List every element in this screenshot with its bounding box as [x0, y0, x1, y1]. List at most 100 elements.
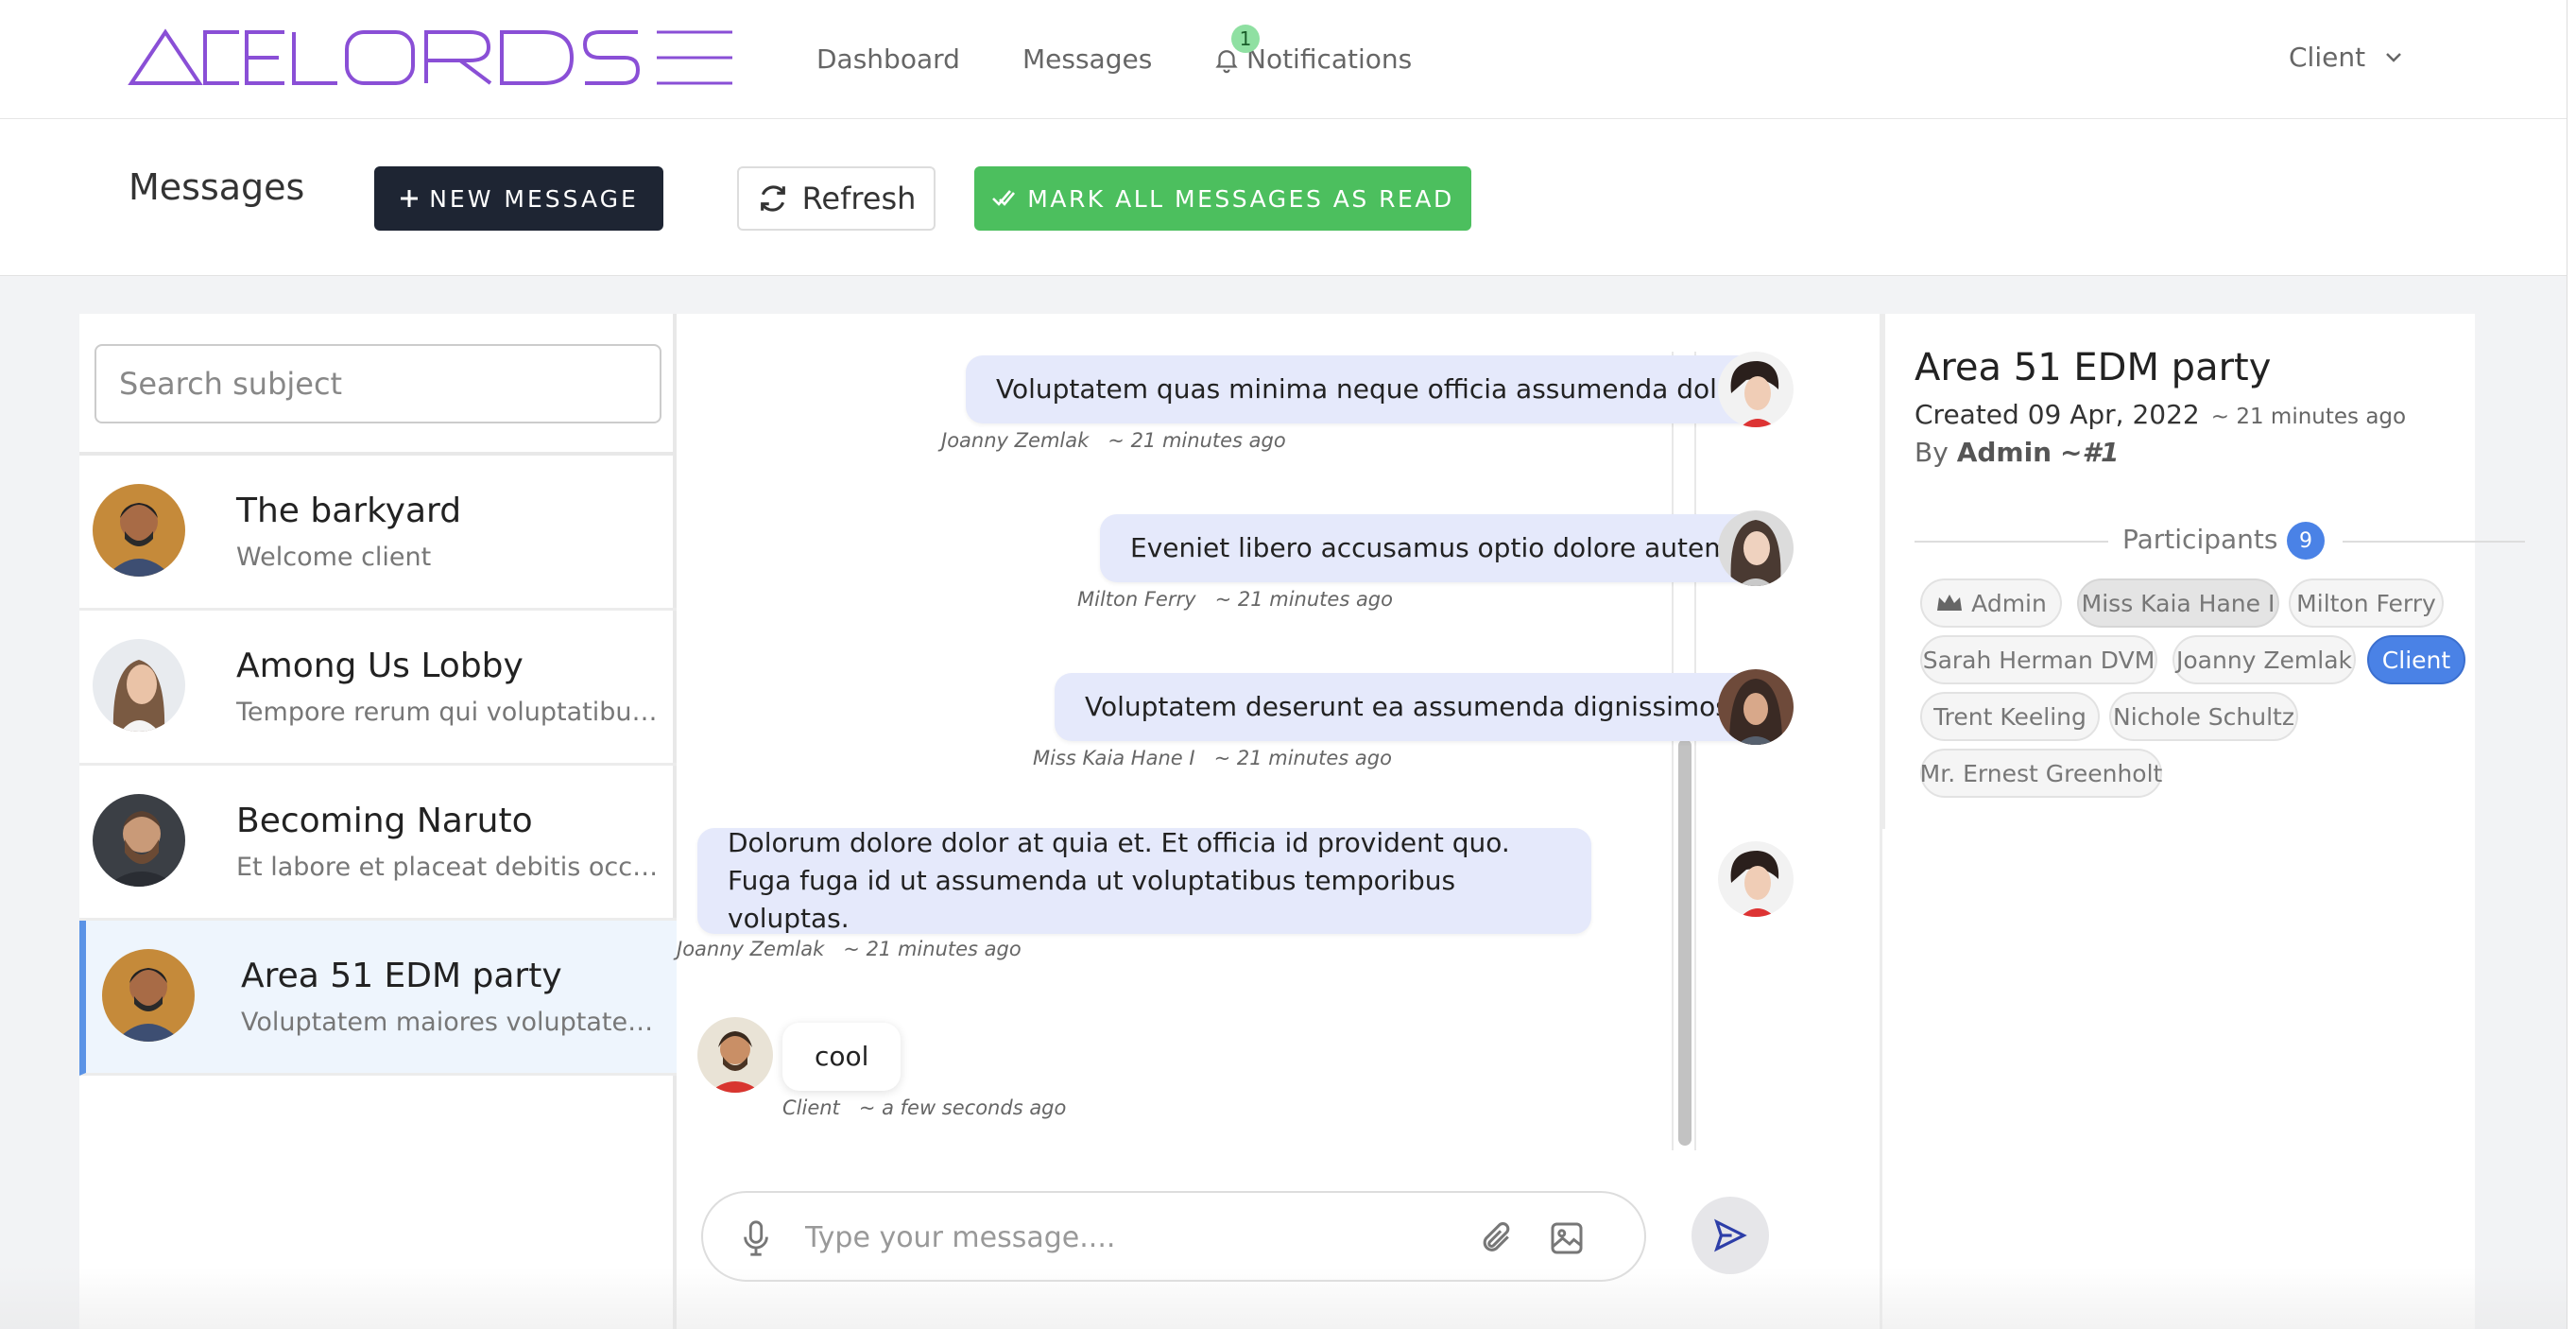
conversation-title: Among Us Lobby — [236, 647, 524, 685]
conversation-info-panel: Area 51 EDM party Created 09 Apr, 2022 ~ … — [1882, 314, 2525, 1329]
participant-chip[interactable]: Sarah Herman DVM — [1920, 635, 2157, 684]
participant-name: Nichole Schultz — [2113, 702, 2294, 731]
user-menu-dropdown[interactable]: Client — [2289, 42, 2403, 73]
chevron-down-icon — [2386, 52, 2401, 62]
conversation-info-title: Area 51 EDM party — [1915, 346, 2272, 389]
conversation-preview: Welcome client — [236, 543, 432, 572]
participant-chip[interactable]: Trent Keeling — [1920, 692, 2100, 741]
message-input[interactable] — [805, 1212, 1448, 1263]
user-menu-label: Client — [2289, 42, 2366, 73]
message-meta: Miss Kaia Hane I ~ 21 minutes ago — [1033, 747, 1392, 769]
message-bubble: Eveniet libero accusamus optio dolore au… — [1100, 514, 1769, 582]
scrollbar-thumb[interactable] — [1678, 739, 1692, 1146]
brand-logo[interactable] — [128, 28, 737, 87]
participant-chip[interactable]: Miss Kaia Hane I — [2077, 578, 2279, 628]
refresh-icon — [760, 185, 785, 212]
conversation-owner: By Admin ~#1 — [1915, 437, 2119, 468]
participant-chip-admin[interactable]: Admin — [1920, 578, 2062, 628]
message-author: Client — [782, 1096, 840, 1119]
mark-all-read-button[interactable]: MARK ALL MESSAGES AS READ — [974, 166, 1471, 231]
created-ago: ~ 21 minutes ago — [2210, 405, 2407, 429]
nav-messages-link[interactable]: Messages — [1022, 43, 1152, 75]
message-time: ~ a few seconds ago — [858, 1096, 1067, 1119]
participants-count-badge: 9 — [2287, 522, 2325, 560]
send-button[interactable] — [1692, 1197, 1769, 1274]
conversation-item[interactable]: Becoming Naruto Et labore et placeat deb… — [79, 766, 677, 921]
message-composer — [701, 1191, 1646, 1282]
message-bubble: Voluptatem deserunt ea assumenda digniss… — [1055, 673, 1768, 741]
notifications-count-badge: 1 — [1231, 25, 1260, 53]
message-author: Milton Ferry — [1077, 588, 1196, 611]
participant-chip[interactable]: Nichole Schultz — [2109, 692, 2298, 741]
window-scrollbar[interactable] — [2567, 0, 2576, 1329]
conversation-created: Created 09 Apr, 2022 ~ 21 minutes ago — [1915, 399, 2406, 430]
new-message-button[interactable]: NEW MESSAGE — [374, 166, 663, 231]
message-author: Joanny Zemlak — [677, 938, 825, 960]
conversation-title: Becoming Naruto — [236, 802, 533, 840]
chat-area: Voluptatem quas minima neque officia ass… — [677, 314, 1882, 1329]
avatar — [1718, 352, 1794, 427]
refresh-button[interactable]: Refresh — [737, 166, 936, 231]
message-text: Voluptatem quas minima neque officia ass… — [996, 373, 1750, 405]
participant-name: Sarah Herman DVM — [1922, 646, 2155, 674]
avatar — [1718, 510, 1794, 586]
avatar — [697, 1017, 773, 1093]
message-meta: Joanny Zemlak ~ 21 minutes ago — [941, 429, 1286, 452]
crown-icon — [1937, 595, 1963, 611]
microphone-icon[interactable] — [739, 1219, 773, 1257]
participant-name: Miss Kaia Hane I — [2081, 589, 2275, 617]
conversation-item-active[interactable]: Area 51 EDM party Voluptatem maiores vol… — [79, 921, 677, 1076]
message-author: Joanny Zemlak — [941, 429, 1090, 452]
conversation-title: The barkyard — [236, 492, 462, 530]
message-time: ~ 21 minutes ago — [843, 938, 1022, 960]
owner-id: ~#1 — [2060, 437, 2120, 468]
by-label: By — [1915, 437, 1949, 468]
message-text: Dolorum dolore dolor at quia et. Et offi… — [728, 827, 1510, 934]
message-time: ~ 21 minutes ago — [1213, 747, 1392, 769]
message-bubble-own: cool — [782, 1023, 902, 1091]
message-text: cool — [815, 1041, 869, 1072]
divider — [1915, 541, 2108, 543]
participant-name: Admin — [1971, 589, 2047, 617]
avatar — [93, 639, 185, 732]
conversation-preview: Et labore et placeat debitis occaecati — [236, 853, 661, 882]
conversation-item[interactable]: Among Us Lobby Tempore rerum qui volupta… — [79, 611, 677, 766]
message-time: ~ 21 minutes ago — [1108, 429, 1286, 452]
participant-name: Milton Ferry — [2296, 589, 2436, 617]
attachment-icon[interactable] — [1480, 1219, 1516, 1257]
message-text: Eveniet libero accusamus optio dolore au… — [1130, 532, 1739, 563]
page-title: Messages — [129, 166, 305, 208]
avatar — [102, 949, 195, 1042]
search-area — [79, 314, 677, 456]
top-navbar: Dashboard Messages Notifications 1 Clien… — [0, 0, 2567, 119]
created-date: Created 09 Apr, 2022 — [1915, 399, 2200, 430]
messages-panel: The barkyard Welcome client Among Us Lob… — [79, 314, 2525, 1329]
avatar — [93, 484, 185, 577]
participant-name: Trent Keeling — [1933, 702, 2087, 731]
participant-chip[interactable]: Joanny Zemlak — [2172, 635, 2356, 684]
page-header: Messages NEW MESSAGE Refresh MARK ALL ME… — [0, 119, 2567, 276]
participant-name: Client — [2381, 646, 2451, 674]
message-meta: Client ~ a few seconds ago — [782, 1096, 1066, 1119]
double-check-icon — [992, 190, 1016, 206]
search-subject-input[interactable] — [94, 344, 661, 423]
mark-all-read-label: MARK ALL MESSAGES AS READ — [1027, 184, 1454, 213]
nav-dashboard-link[interactable]: Dashboard — [816, 43, 960, 75]
avatar — [1718, 669, 1794, 745]
avatar — [1718, 841, 1794, 917]
conversation-item[interactable]: The barkyard Welcome client — [79, 456, 677, 611]
participant-chip[interactable]: Milton Ferry — [2289, 578, 2444, 628]
message-meta: Milton Ferry ~ 21 minutes ago — [1077, 588, 1393, 611]
participants-label: Participants — [2122, 524, 2278, 555]
chat-scrollbar[interactable] — [1672, 352, 1696, 1150]
refresh-label: Refresh — [801, 181, 917, 216]
participants-header: Participants 9 — [1915, 520, 2525, 561]
participant-chip[interactable]: Mr. Ernest Greenholt — [1920, 749, 2162, 798]
owner-name: Admin — [1956, 437, 2052, 468]
conversation-list: The barkyard Welcome client Among Us Lob… — [79, 314, 677, 1329]
image-icon[interactable] — [1550, 1221, 1584, 1255]
participant-chip-current-user[interactable]: Client — [2367, 635, 2465, 684]
message-text: Voluptatem deserunt ea assumenda digniss… — [1085, 691, 1738, 722]
message-time: ~ 21 minutes ago — [1214, 588, 1393, 611]
divider — [2343, 541, 2525, 543]
